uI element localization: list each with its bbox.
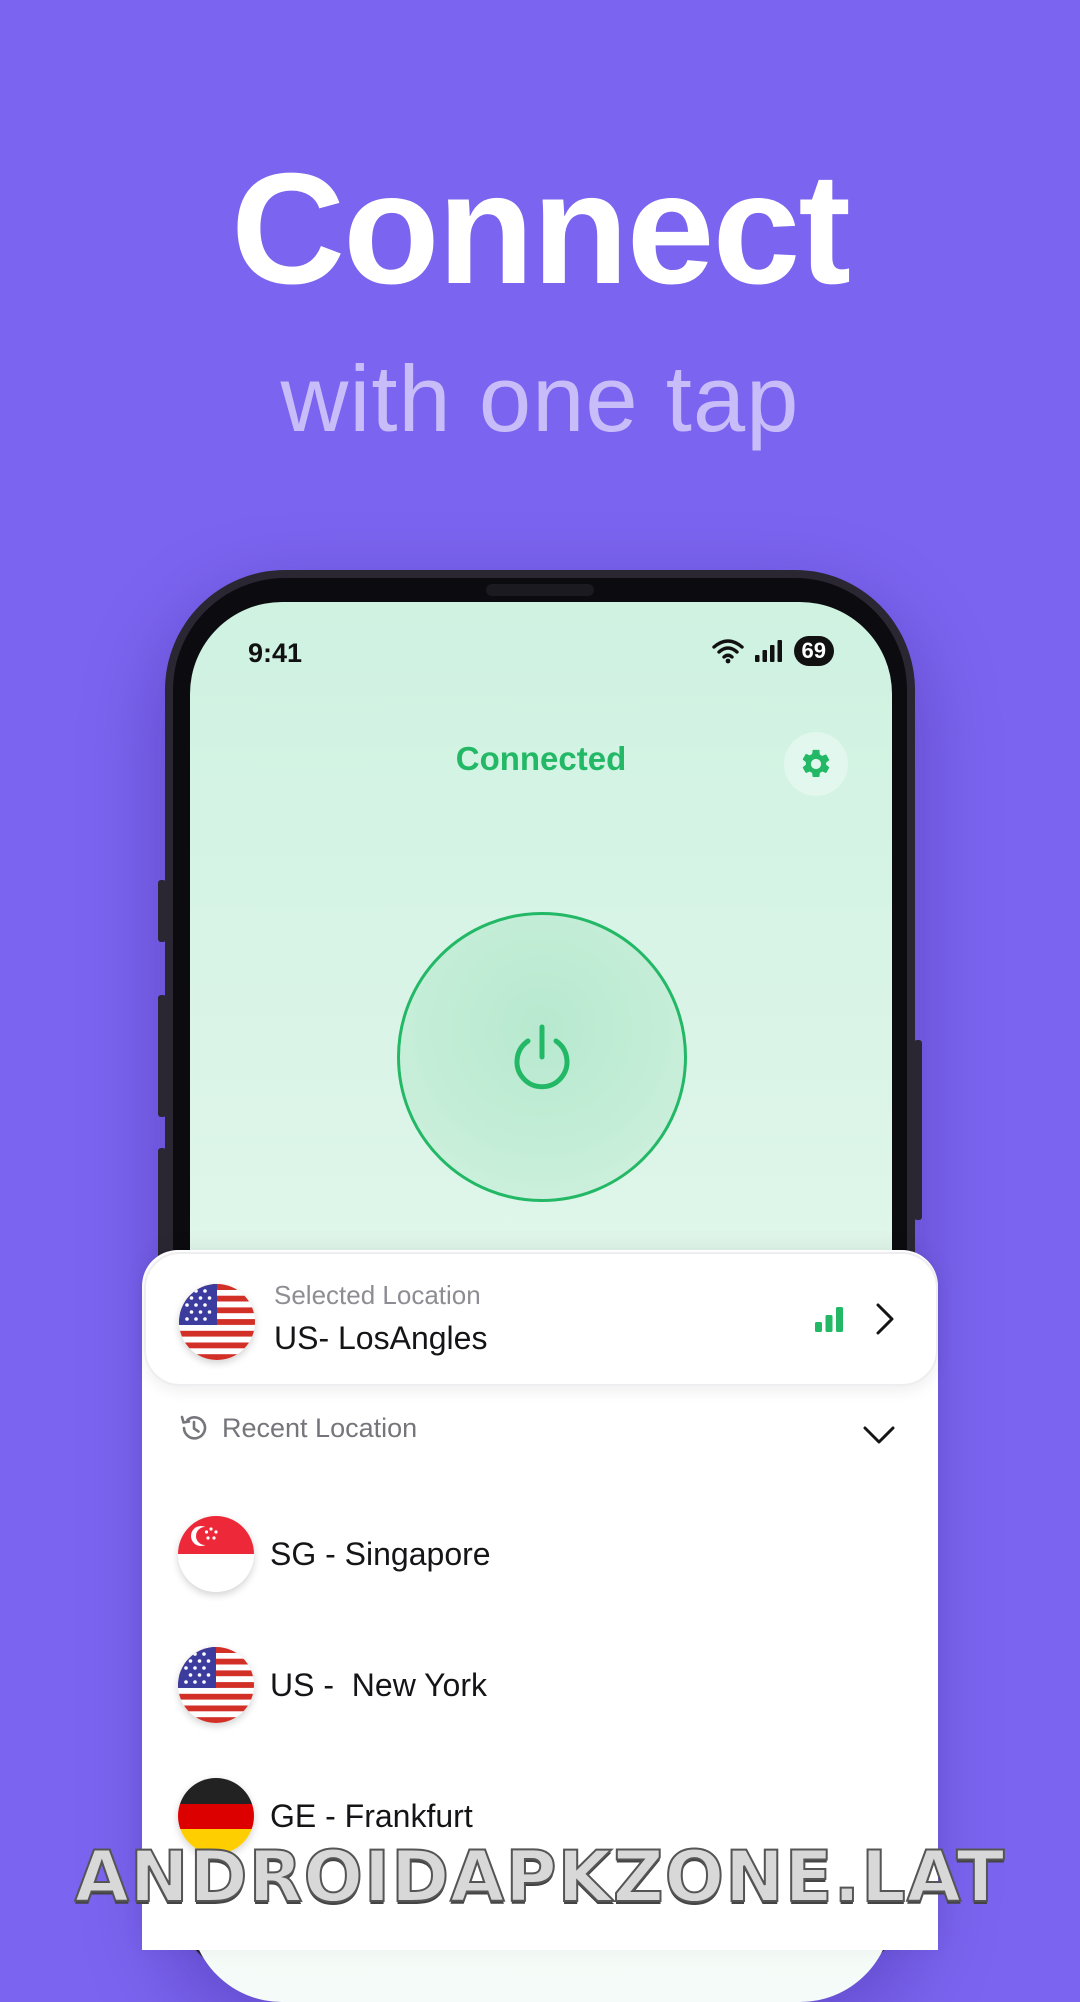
recent-location-header[interactable]: Recent Location xyxy=(178,1412,417,1444)
promo-headline: Connect xyxy=(231,141,851,317)
battery-indicator: 69 xyxy=(793,636,834,666)
selected-location-value: US- LosAngles xyxy=(274,1320,488,1356)
wifi-icon xyxy=(711,639,744,664)
gear-icon xyxy=(802,749,830,778)
phone-side-button xyxy=(914,1040,922,1220)
phone-side-button xyxy=(158,995,166,1117)
recent-location-name: SG - Singapore xyxy=(270,1536,491,1572)
promo-subheadline: with one tap xyxy=(280,346,800,451)
settings-button[interactable] xyxy=(784,732,848,796)
history-icon xyxy=(180,1415,207,1440)
selected-location-label: Selected Location xyxy=(274,1280,481,1310)
recent-location-name: US - New York xyxy=(270,1667,487,1703)
phone-speaker xyxy=(486,584,594,596)
sg-flag-icon xyxy=(178,1516,254,1592)
recent-location-item[interactable]: SG - Singapore xyxy=(178,1516,878,1596)
chevron-right-icon[interactable] xyxy=(874,1302,896,1336)
watermark: ANDROIDAPKZONE.LAT xyxy=(74,1835,1006,1919)
power-icon xyxy=(514,1024,570,1090)
recent-location-item[interactable]: US - New York xyxy=(178,1647,878,1727)
power-button[interactable] xyxy=(397,912,687,1202)
status-icons: 69 xyxy=(711,636,834,666)
selected-location-card[interactable]: Selected Location US- LosAngles xyxy=(144,1252,938,1386)
us-flag-icon xyxy=(179,1284,255,1360)
chevron-down-icon[interactable] xyxy=(862,1424,896,1446)
recent-location-name: GE - Frankfurt xyxy=(270,1798,473,1834)
phone-side-button xyxy=(158,880,166,942)
status-time: 9:41 xyxy=(248,638,303,668)
us-flag-icon xyxy=(178,1647,254,1723)
signal-strength-icon xyxy=(815,1307,843,1332)
cellular-signal-icon xyxy=(754,640,782,662)
recent-location-label: Recent Location xyxy=(222,1412,418,1443)
